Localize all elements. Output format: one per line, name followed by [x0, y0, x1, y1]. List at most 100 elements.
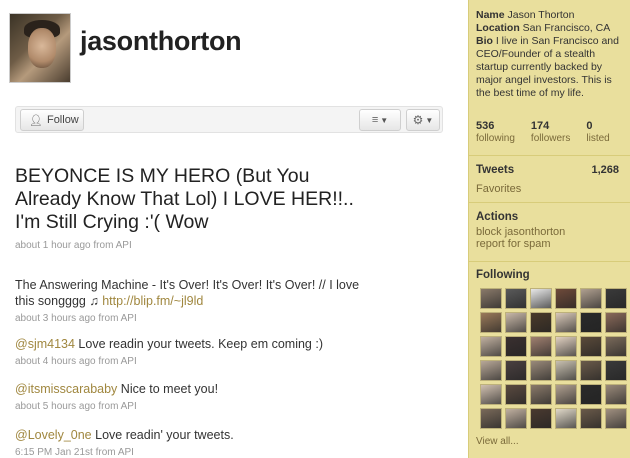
following-avatar[interactable] [605, 360, 627, 381]
sidebar-favorites-row: Favorites [476, 183, 626, 195]
following-avatar[interactable] [530, 288, 552, 309]
following-avatar[interactable] [580, 408, 602, 429]
profile-stats: 536 following 174 followers 0 listed [476, 120, 626, 144]
tweet-text-body: Love readin' your tweets. [91, 428, 234, 442]
profile-details: Name Jason Thorton Location San Francisc… [476, 9, 626, 100]
gear-menu-button[interactable]: ⚙ ▼ [406, 109, 440, 131]
stat-number: 174 [530, 120, 550, 132]
follow-button-label: Follow [46, 114, 79, 126]
following-avatar[interactable] [555, 360, 577, 381]
following-avatar[interactable] [530, 336, 552, 357]
profile-bio-row: Bio I live in San Francisco and CEO/Foun… [476, 35, 626, 100]
tweet-text: The Answering Machine - It's Over! It's … [15, 277, 360, 309]
following-avatar[interactable] [580, 312, 602, 333]
profile-action-bar: 👤︎ Follow ≡ ▼ ⚙ ▼ [15, 106, 443, 133]
profile-avatar[interactable] [9, 13, 71, 83]
following-avatar[interactable] [530, 360, 552, 381]
following-avatar[interactable] [580, 288, 602, 309]
avatar-face [28, 28, 56, 68]
tweet-mention[interactable]: @itsmisscarababy [15, 382, 117, 396]
stat-followers[interactable]: 174 followers [531, 120, 570, 144]
following-avatar[interactable] [555, 408, 577, 429]
profile-bio-label: Bio [476, 35, 493, 47]
tweet-mention[interactable]: @sjm4134 [15, 337, 75, 351]
following-avatar[interactable] [555, 312, 577, 333]
following-avatar[interactable] [480, 384, 502, 405]
profile-location: San Francisco, CA [522, 22, 611, 34]
following-avatar[interactable] [555, 336, 577, 357]
following-avatar[interactable] [580, 360, 602, 381]
profile-username: jasonthorton [80, 26, 242, 56]
profile-sidebar: Name Jason Thorton Location San Francisc… [468, 0, 630, 458]
profile-location-label: Location [476, 22, 520, 34]
tweet-meta[interactable]: about 5 hours ago from API [15, 401, 360, 412]
stat-following[interactable]: 536 following [476, 120, 515, 144]
view-all-row: View all... [476, 436, 626, 447]
following-avatar[interactable] [530, 312, 552, 333]
tweet-link[interactable]: http://blip.fm/~jl9ld [102, 294, 203, 308]
tweet-item: BEYONCE IS MY HERO (But You Already Know… [15, 165, 360, 251]
tweet-meta[interactable]: about 4 hours ago from API [15, 356, 360, 367]
sidebar-tweets-count: 1,268 [591, 164, 619, 176]
stat-number: 0 [586, 120, 593, 132]
stat-label: listed [586, 133, 610, 144]
view-all-link[interactable]: View all... [476, 436, 519, 447]
tweet-meta[interactable]: about 1 hour ago from API [15, 240, 360, 251]
sidebar-divider [469, 155, 630, 156]
block-user-link[interactable]: block jasonthorton [476, 226, 626, 238]
following-avatar[interactable] [530, 384, 552, 405]
following-avatar[interactable] [480, 312, 502, 333]
sidebar-tweets-label: Tweets [476, 164, 515, 176]
sidebar-favorites-link[interactable]: Favorites [476, 183, 521, 195]
following-avatar[interactable] [605, 336, 627, 357]
sidebar-tweets-row[interactable]: Tweets 1,268 [476, 164, 626, 176]
following-avatar[interactable] [480, 336, 502, 357]
list-icon: ≡ [371, 114, 379, 126]
following-avatar-grid [480, 288, 628, 429]
following-avatar[interactable] [530, 408, 552, 429]
follow-button[interactable]: 👤︎ Follow [20, 109, 84, 131]
following-avatar[interactable] [605, 312, 627, 333]
following-avatar[interactable] [480, 360, 502, 381]
following-avatar[interactable] [605, 288, 627, 309]
sidebar-following-heading: Following [476, 269, 530, 281]
following-avatar[interactable] [480, 288, 502, 309]
tweet-item: @Lovely_0ne Love readin' your tweets. 6:… [15, 427, 360, 458]
tweet-text: @sjm4134 Love readin your tweets. Keep e… [15, 336, 360, 352]
following-avatar[interactable] [480, 408, 502, 429]
tweet-text-body: Nice to meet you! [117, 382, 219, 396]
following-avatar[interactable] [555, 288, 577, 309]
report-spam-link[interactable]: report for spam [476, 238, 626, 250]
tweet-item: @itsmisscarababy Nice to meet you! about… [15, 381, 360, 412]
tweet-mention[interactable]: @Lovely_0ne [15, 428, 92, 442]
tweet-text: @Lovely_0ne Love readin' your tweets. [15, 427, 360, 443]
profile-location-row: Location San Francisco, CA [476, 22, 626, 35]
following-avatar[interactable] [605, 408, 627, 429]
following-avatar[interactable] [580, 336, 602, 357]
list-menu-button[interactable]: ≡ ▼ [359, 109, 401, 131]
following-avatar[interactable] [580, 384, 602, 405]
following-avatar[interactable] [505, 360, 527, 381]
tweet-item: The Answering Machine - It's Over! It's … [15, 277, 360, 324]
tweet-text-body: Love readin your tweets. Keep em coming … [74, 337, 323, 351]
profile-bio: I live in San Francisco and CEO/Founder … [476, 35, 619, 99]
sidebar-divider [469, 261, 630, 262]
following-avatar[interactable] [505, 336, 527, 357]
person-plus-icon: 👤︎ [29, 114, 43, 127]
tweet-meta[interactable]: about 3 hours ago from API [15, 313, 360, 324]
stat-label: followers [530, 133, 571, 144]
following-avatar[interactable] [505, 384, 527, 405]
tweet-item: @sjm4134 Love readin your tweets. Keep e… [15, 336, 360, 367]
following-avatar[interactable] [505, 408, 527, 429]
stat-listed[interactable]: 0 listed [586, 120, 609, 144]
tweet-meta[interactable]: 6:15 PM Jan 21st from API [15, 447, 360, 458]
following-avatar[interactable] [555, 384, 577, 405]
following-avatar[interactable] [605, 384, 627, 405]
stat-number: 536 [476, 120, 495, 132]
stat-label: following [476, 133, 515, 144]
sidebar-actions-heading: Actions [476, 211, 519, 223]
following-avatar[interactable] [505, 288, 527, 309]
gear-icon: ⚙ [412, 113, 424, 127]
following-avatar[interactable] [505, 312, 527, 333]
tweet-text: BEYONCE IS MY HERO (But You Already Know… [15, 165, 354, 233]
